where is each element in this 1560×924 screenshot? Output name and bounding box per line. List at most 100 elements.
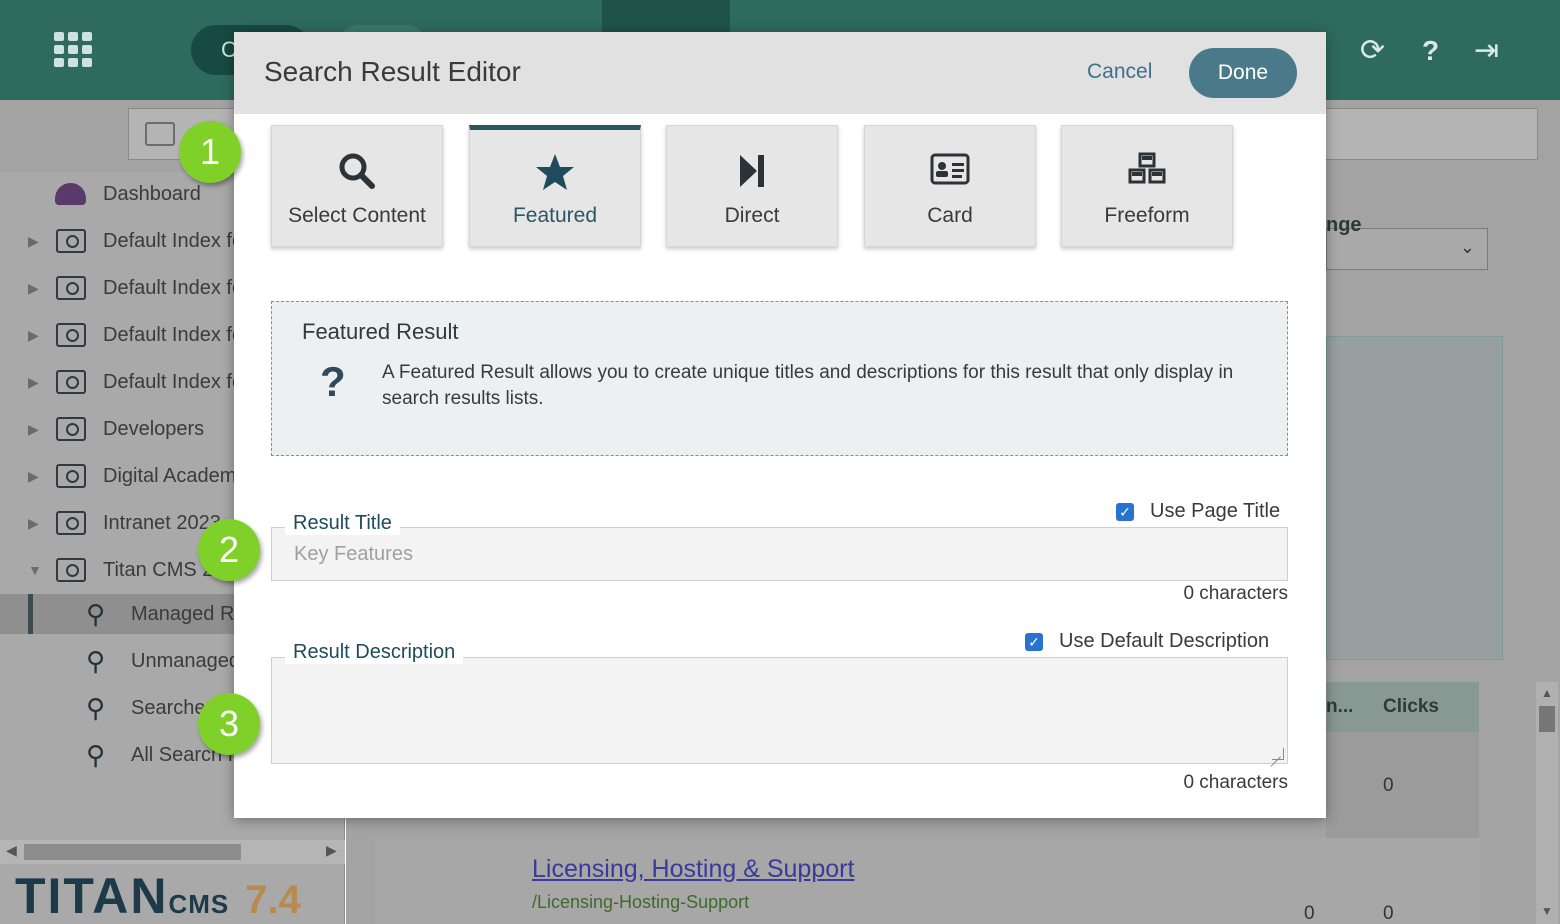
folder-search-icon xyxy=(145,122,175,146)
titan-cms-logo: TITANCMS 7.4 xyxy=(15,868,301,924)
table-cell-clicks: 0 xyxy=(1383,775,1394,796)
tab-label: Freeform xyxy=(1104,204,1190,227)
expand-caret-icon[interactable]: ▶ xyxy=(28,327,39,344)
sidebar-item-label: Default Index fo xyxy=(103,323,244,346)
skip-forward-icon xyxy=(667,152,837,192)
sidebar-item-label: Developers xyxy=(103,417,205,440)
scroll-left-icon[interactable]: ◀ xyxy=(6,842,17,859)
use-default-description-checkbox[interactable]: ✓ Use Default Description xyxy=(1025,630,1269,653)
tab-featured[interactable]: Featured xyxy=(469,125,641,247)
expand-caret-icon[interactable]: ▶ xyxy=(28,280,39,297)
dialog-header: Search Result Editor Cancel Done xyxy=(234,32,1326,114)
result-description-textarea[interactable] xyxy=(271,657,1288,764)
sidebar-item-label: Default Index fo xyxy=(103,276,244,299)
table-cell-clicks: 0 xyxy=(1383,903,1394,924)
folder-search-icon xyxy=(56,417,86,441)
tab-label: Select Content xyxy=(288,204,426,227)
sidebar-item-label: Unmanaged xyxy=(131,649,240,672)
folder-search-icon xyxy=(56,323,86,347)
resize-handle-icon[interactable] xyxy=(1272,748,1284,760)
apps-grid-icon[interactable] xyxy=(54,32,96,67)
scrollbar-thumb[interactable] xyxy=(24,844,241,860)
sidebar-horizontal-scrollbar[interactable]: ◀ ▶ xyxy=(0,840,345,864)
result-title-input[interactable]: Key Features xyxy=(294,543,413,566)
folder-search-icon xyxy=(56,229,86,253)
table-header-truncated[interactable]: n... xyxy=(1326,696,1353,718)
done-button[interactable]: Done xyxy=(1189,48,1297,98)
sidebar-item-label: Titan CMS 2 xyxy=(103,558,214,581)
expand-caret-icon[interactable]: ▶ xyxy=(28,374,39,391)
sidebar-item-label: Digital Academy xyxy=(103,464,247,487)
scroll-down-icon[interactable]: ▼ xyxy=(1541,904,1553,918)
date-range-label: nge xyxy=(1326,214,1362,236)
collapse-caret-icon[interactable]: ▼ xyxy=(28,562,42,578)
callout-badge-2: 2 xyxy=(198,519,260,581)
logout-icon[interactable]: ⇥ xyxy=(1474,36,1499,66)
chart-panel xyxy=(1326,336,1503,660)
tab-card[interactable]: Card xyxy=(864,125,1036,247)
expand-caret-icon[interactable]: ▶ xyxy=(28,468,39,485)
result-title-field[interactable]: Key Features xyxy=(271,527,1288,581)
brand-version: 7.4 xyxy=(245,878,301,922)
expand-caret-icon[interactable]: ▶ xyxy=(28,233,39,250)
sidebar-item-label: Dashboard xyxy=(103,182,201,205)
result-description-label: Result Description xyxy=(285,641,464,664)
sidebar-item-label: Default Index fo xyxy=(103,370,244,393)
result-link[interactable]: Licensing, Hosting & Support xyxy=(532,855,854,884)
callout-badge-3: 3 xyxy=(198,693,260,755)
expand-caret-icon[interactable]: ▶ xyxy=(28,421,39,438)
search-icon: ⚲ xyxy=(86,692,106,723)
search-icon: ⚲ xyxy=(86,645,106,676)
result-url: /Licensing-Hosting-Support xyxy=(532,892,750,912)
tab-direct[interactable]: Direct xyxy=(666,125,838,247)
title-character-count: 0 characters xyxy=(1183,583,1288,604)
checkbox-label: Use Default Description xyxy=(1059,630,1270,652)
result-title-label: Result Title xyxy=(285,512,400,535)
featured-result-info-box: Featured Result ? A Featured Result allo… xyxy=(271,301,1288,456)
folder-search-icon xyxy=(56,511,86,535)
folder-search-icon xyxy=(56,464,86,488)
table-header-clicks[interactable]: Clicks xyxy=(1383,696,1439,718)
checkbox-label: Use Page Title xyxy=(1150,500,1281,522)
chevron-down-icon: ⌄ xyxy=(1459,237,1475,257)
sidebar-item-label: Default Index fo xyxy=(103,229,244,252)
refresh-icon[interactable]: ⟳ xyxy=(1360,36,1385,66)
checkbox-checked-icon[interactable]: ✓ xyxy=(1116,502,1134,521)
sidebar-item-label: Managed Re xyxy=(131,602,246,625)
id-card-icon xyxy=(865,152,1035,192)
use-page-title-checkbox[interactable]: ✓ Use Page Title xyxy=(1116,500,1280,523)
callout-badge-1: 1 xyxy=(179,121,241,183)
search-icon: ⚲ xyxy=(86,739,106,770)
folder-search-icon xyxy=(56,558,86,582)
brand-cms: CMS xyxy=(168,889,230,919)
folder-search-icon xyxy=(56,276,86,300)
scroll-up-icon[interactable]: ▲ xyxy=(1541,686,1553,700)
tab-label: Featured xyxy=(512,204,598,227)
cancel-button[interactable]: Cancel xyxy=(1087,60,1152,84)
dialog-title: Search Result Editor xyxy=(264,56,521,87)
table-vertical-scrollbar[interactable]: ▲ ▼ xyxy=(1536,682,1558,924)
expand-caret-icon[interactable]: ▶ xyxy=(28,515,39,532)
question-icon: ? xyxy=(320,358,346,405)
description-character-count: 0 characters xyxy=(1183,772,1288,793)
scrollbar-thumb[interactable] xyxy=(1539,706,1555,732)
folder-search-icon xyxy=(56,370,86,394)
tab-label: Direct xyxy=(724,204,780,227)
table-row xyxy=(1326,732,1479,838)
tab-select-content[interactable]: Select Content xyxy=(271,125,443,247)
checkbox-checked-icon[interactable]: ✓ xyxy=(1025,632,1043,651)
info-description: A Featured Result allows you to create u… xyxy=(382,362,1234,409)
cubes-icon xyxy=(1062,152,1232,192)
search-result-editor-dialog: Search Result Editor Cancel Done Select … xyxy=(234,32,1326,818)
search-icon: ⚲ xyxy=(86,598,106,629)
tab-freeform[interactable]: Freeform xyxy=(1061,125,1233,247)
brand-name: TITAN xyxy=(15,868,169,924)
dashboard-gauge-icon xyxy=(55,183,86,205)
table-cell-value: 0 xyxy=(1304,903,1315,924)
star-icon xyxy=(470,152,640,192)
tab-label: Card xyxy=(927,204,973,227)
help-icon[interactable]: ? xyxy=(1422,36,1439,66)
scroll-right-icon[interactable]: ▶ xyxy=(326,842,337,859)
info-title: Featured Result xyxy=(302,319,459,344)
search-icon xyxy=(272,152,442,192)
